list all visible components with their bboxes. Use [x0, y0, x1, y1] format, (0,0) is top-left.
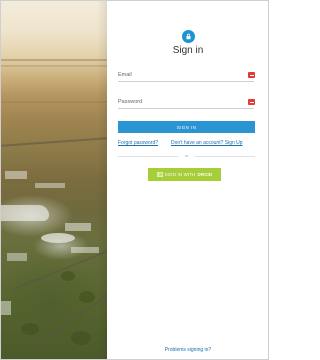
orcid-signin-button[interactable]: SIGN IN WITH ORCID — [148, 168, 221, 181]
login-window: Sign in SIGN IN Forgot password? Don't h… — [0, 0, 269, 360]
forgot-password-link[interactable]: Forgot password? — [118, 140, 158, 146]
orcid-id-icon — [156, 172, 163, 177]
password-field[interactable] — [118, 96, 238, 108]
password-field-wrapper — [118, 96, 255, 109]
email-field-wrapper — [118, 69, 255, 82]
or-divider: or — [118, 152, 255, 160]
signup-link[interactable]: Don't have an account? Sign Up — [171, 140, 243, 146]
email-field[interactable] — [118, 69, 238, 81]
orcid-button-prefix: SIGN IN WITH — [164, 172, 196, 177]
orcid-button-brand: ORCID — [197, 172, 213, 177]
signin-button[interactable]: SIGN IN — [118, 121, 255, 133]
divider-line — [195, 156, 255, 157]
account-links: Forgot password? Don't have an account? … — [118, 140, 266, 148]
signin-panel: Sign in SIGN IN Forgot password? Don't h… — [108, 1, 268, 359]
problems-signin-link[interactable]: Problems signing in? — [165, 347, 211, 353]
lock-icon — [182, 30, 195, 43]
error-icon — [248, 72, 255, 78]
page-title: Sign in — [172, 45, 204, 56]
error-icon — [248, 99, 255, 105]
problems-signin-row: Problems signing in? — [108, 347, 268, 353]
campus-aerial-photo — [1, 1, 107, 359]
